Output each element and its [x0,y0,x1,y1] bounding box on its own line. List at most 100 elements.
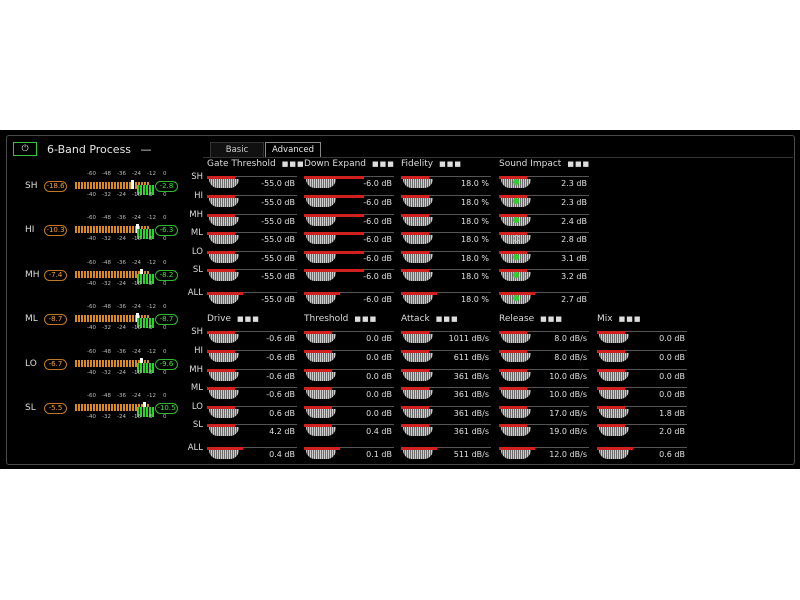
parameter-slider[interactable]: 2.3 dB [499,176,589,192]
parameter-value: 2.8 dB [561,235,587,244]
input-level-badge: -8.7 [44,314,67,325]
row-label: ML [190,228,203,238]
section-menu-icon[interactable]: ■■■ [619,315,642,323]
parameter-slider[interactable]: -0.6 dB [207,350,297,366]
knob-graphic [403,450,433,459]
parameter-slider[interactable]: -55.0 dB [207,292,297,308]
parameter-slider[interactable]: 511 dB/s [401,447,491,463]
parameter-slider[interactable]: -6.0 dB [304,232,394,248]
scale-tick-label: -40 [87,236,96,242]
scale-tick-label: -40 [87,325,96,331]
parameter-slider[interactable]: 0.0 dB [304,387,394,403]
section-menu-icon[interactable]: ■■■ [439,160,462,168]
parameter-slider[interactable]: 0.6 dB [207,406,297,422]
row-label: LO [191,247,203,257]
section-menu-icon[interactable]: ■■■ [354,315,377,323]
parameter-slider[interactable]: 18.0 % [401,195,491,211]
parameter-slider[interactable]: 8.0 dB/s [499,331,589,347]
knob-graphic [209,179,239,188]
parameter-slider[interactable]: 10.0 dB/s [499,387,589,403]
parameter-slider[interactable]: 0.4 dB [304,424,394,440]
parameter-value: 2.4 dB [561,217,587,226]
parameter-slider[interactable]: -6.0 dB [304,269,394,285]
parameter-slider[interactable]: 2.4 dB [499,214,589,230]
parameter-slider[interactable]: -55.0 dB [207,269,297,285]
parameter-slider[interactable]: 611 dB/s [401,350,491,366]
parameter-slider[interactable]: 10.0 dB/s [499,369,589,385]
band-label: HI [25,225,35,235]
parameter-slider[interactable]: -55.0 dB [207,214,297,230]
scale-tick-label: 0 [163,370,167,376]
parameter-slider[interactable]: -6.0 dB [304,176,394,192]
parameter-slider[interactable]: -0.6 dB [207,387,297,403]
parameter-slider[interactable]: 2.3 dB [499,195,589,211]
parameter-slider[interactable]: 4.2 dB [207,424,297,440]
parameter-slider[interactable]: 0.4 dB [207,447,297,463]
parameter-slider[interactable]: -55.0 dB [207,195,297,211]
scale-tick-label: -60 [87,349,96,355]
parameter-slider[interactable]: -0.6 dB [207,331,297,347]
parameter-slider[interactable]: 19.0 dB/s [499,424,589,440]
parameter-slider[interactable]: 0.0 dB [597,331,687,347]
parameter-slider[interactable]: 18.0 % [401,251,491,267]
parameter-slider[interactable]: 3.1 dB [499,251,589,267]
scale-tick-label: -12 [147,260,156,266]
section-menu-icon[interactable]: ■■■ [436,315,459,323]
parameter-slider[interactable]: 18.0 % [401,214,491,230]
parameter-slider[interactable]: 0.1 dB [304,447,394,463]
parameter-slider[interactable]: 18.0 % [401,269,491,285]
parameter-slider[interactable]: -55.0 dB [207,176,297,192]
parameter-value: 18.0 % [461,179,489,188]
parameter-slider[interactable]: 18.0 % [401,176,491,192]
parameter-slider[interactable]: -6.0 dB [304,292,394,308]
section-menu-icon[interactable]: ■■■ [372,160,395,168]
tab-advanced[interactable]: Advanced [265,142,321,158]
parameter-slider[interactable]: 0.0 dB [597,387,687,403]
parameter-slider[interactable]: 0.0 dB [304,369,394,385]
parameter-value: -55.0 dB [261,295,295,304]
section-menu-icon[interactable]: ■■■ [567,160,590,168]
parameter-slider[interactable]: 0.6 dB [597,447,687,463]
power-icon[interactable]: ⏻ [13,142,37,156]
parameter-slider[interactable]: 8.0 dB/s [499,350,589,366]
parameter-slider[interactable]: 1.8 dB [597,406,687,422]
parameter-slider[interactable]: 18.0 % [401,292,491,308]
parameter-slider[interactable]: 2.0 dB [597,424,687,440]
knob-graphic [599,450,629,459]
parameter-slider[interactable]: -6.0 dB [304,214,394,230]
parameter-slider[interactable]: -0.6 dB [207,369,297,385]
parameter-slider[interactable]: 0.0 dB [304,350,394,366]
knob-graphic [306,353,336,362]
parameter-slider[interactable]: -6.0 dB [304,195,394,211]
parameter-slider[interactable]: 0.0 dB [304,331,394,347]
scale-tick-label: 0 [163,192,167,198]
parameter-slider[interactable]: 361 dB/s [401,424,491,440]
parameter-slider[interactable]: 0.0 dB [304,406,394,422]
parameter-slider[interactable]: -55.0 dB [207,251,297,267]
parameter-slider[interactable]: 1011 dB/s [401,331,491,347]
parameter-slider[interactable]: 12.0 dB/s [499,447,589,463]
knob-graphic [599,353,629,362]
section-menu-icon[interactable]: ■■■ [237,315,260,323]
knob-graphic [403,409,433,418]
parameter-slider[interactable]: 361 dB/s [401,406,491,422]
parameter-value: 0.4 dB [269,450,295,459]
section-header: Attack ■■■ [401,314,459,324]
parameter-slider[interactable]: 0.0 dB [597,350,687,366]
section-menu-icon[interactable]: ■■■ [540,315,563,323]
parameter-slider[interactable]: 2.8 dB [499,232,589,248]
section-menu-icon[interactable]: ■■■ [282,160,305,168]
parameter-slider[interactable]: 17.0 dB/s [499,406,589,422]
parameter-slider[interactable]: 3.2 dB [499,269,589,285]
band-meter: ML -8.7 -60 -48 -36 -24 -12 0 -40 -32 -24 -16 -8 0… [25,304,185,334]
tab-basic[interactable]: Basic [210,142,264,158]
parameter-slider[interactable]: -6.0 dB [304,251,394,267]
parameter-value: 2.0 dB [659,427,685,436]
parameter-slider[interactable]: 2.7 dB [499,292,589,308]
title-text: 6-Band Process [47,143,132,156]
parameter-slider[interactable]: 18.0 % [401,232,491,248]
parameter-slider[interactable]: 0.0 dB [597,369,687,385]
parameter-slider[interactable]: 361 dB/s [401,387,491,403]
parameter-slider[interactable]: -55.0 dB [207,232,297,248]
parameter-slider[interactable]: 361 dB/s [401,369,491,385]
